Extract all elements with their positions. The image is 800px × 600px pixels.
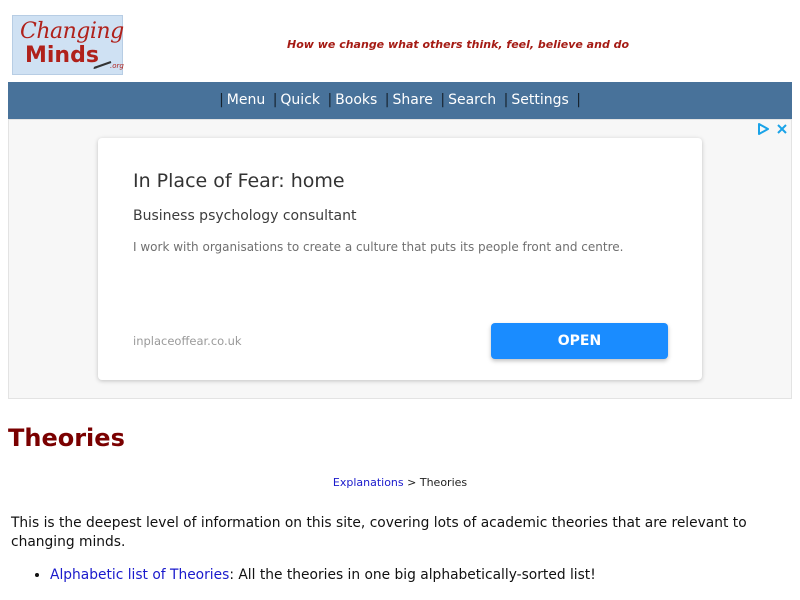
- nav-item-share[interactable]: Share: [392, 92, 432, 108]
- logo-text-minds: Minds: [25, 43, 99, 68]
- ad-card[interactable]: In Place of Fear: home Business psycholo…: [98, 138, 702, 380]
- nav-separator: |: [219, 92, 224, 108]
- nav-separator: |: [576, 92, 581, 108]
- intro-paragraph: This is the deepest level of information…: [11, 515, 747, 550]
- adchoices-icon[interactable]: [756, 122, 771, 136]
- close-icon[interactable]: [775, 122, 789, 136]
- theories-list: Alphabetic list of Theories: All the the…: [11, 566, 596, 585]
- ad-controls: [756, 122, 789, 136]
- page: Changing Minds .org How we change what o…: [0, 0, 800, 600]
- ad-description: I work with organisations to create a cu…: [133, 240, 624, 254]
- ad-domain[interactable]: inplaceoffear.co.uk: [133, 334, 242, 348]
- site-tagline: How we change what others think, feel, b…: [287, 38, 630, 51]
- ad-title[interactable]: In Place of Fear: home: [133, 170, 345, 192]
- nav-separator: |: [503, 92, 509, 108]
- breadcrumb-current: Theories: [419, 476, 468, 489]
- site-logo[interactable]: Changing Minds .org: [12, 15, 124, 75]
- nav-separator: |: [327, 92, 333, 108]
- ad-open-button[interactable]: OPEN: [491, 323, 668, 359]
- nav-separator: |: [384, 92, 390, 108]
- nav-item-search[interactable]: Search: [448, 92, 496, 108]
- nav-separator: |: [440, 92, 446, 108]
- ad-container: In Place of Fear: home Business psycholo…: [8, 119, 792, 399]
- ad-subtitle: Business psychology consultant: [133, 208, 357, 224]
- nav-separator: |: [272, 92, 278, 108]
- nav-item-quick[interactable]: Quick: [280, 92, 320, 108]
- page-title: Theories: [8, 424, 125, 452]
- list-item-text: : All the theories in one big alphabetic…: [229, 567, 596, 583]
- logo-text-changing: Changing: [20, 19, 124, 44]
- main-nav-bar: | Menu | Quick | Books | Share | Search | Sett…: [8, 82, 792, 119]
- nav-item-settings[interactable]: Settings: [511, 92, 568, 108]
- alphabetic-list-link[interactable]: Alphabetic list of Theories: [50, 567, 229, 583]
- breadcrumb-link-explanations[interactable]: Explanations: [333, 476, 404, 489]
- nav-item-books[interactable]: Books: [335, 92, 377, 108]
- logo-suffix: .org: [110, 62, 124, 70]
- breadcrumb-separator: >: [407, 476, 417, 489]
- list-item: Alphabetic list of Theories: All the the…: [50, 566, 596, 585]
- breadcrumb: Explanations > Theories: [0, 476, 800, 489]
- nav-item-menu[interactable]: Menu: [227, 92, 265, 108]
